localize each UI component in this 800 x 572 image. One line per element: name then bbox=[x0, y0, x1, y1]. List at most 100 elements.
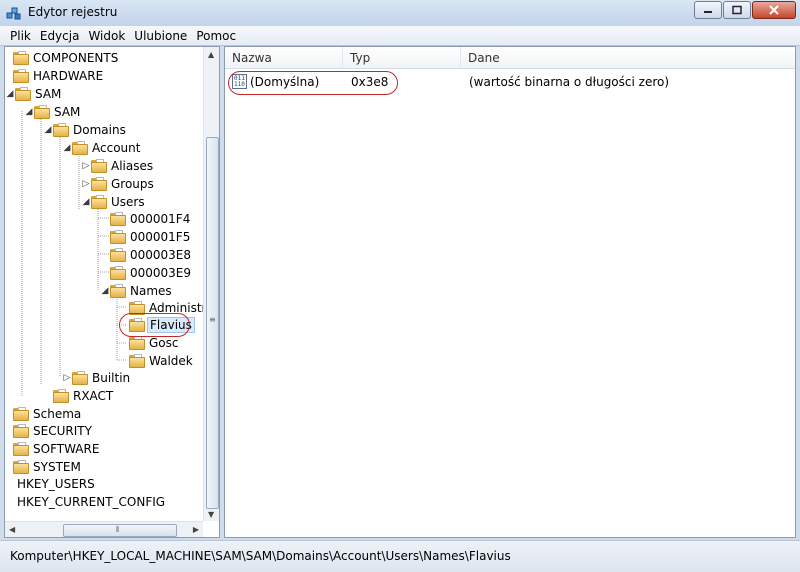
tree-item-builtin[interactable]: ▷ Builtin bbox=[62, 369, 130, 387]
tree-item-users[interactable]: ◢ Users bbox=[81, 193, 145, 211]
folder-icon bbox=[13, 442, 29, 456]
tree-item-label: HARDWARE bbox=[33, 69, 104, 83]
folder-icon bbox=[129, 354, 145, 368]
tree-item-software[interactable]: SOFTWARE bbox=[13, 440, 99, 458]
menu-favorites[interactable]: Ulubione bbox=[130, 26, 192, 46]
expanded-arrow-icon[interactable]: ◢ bbox=[5, 89, 15, 99]
tree-horizontal-scrollbar[interactable]: ◀ ⦀ ▶ bbox=[5, 521, 203, 537]
tree-item-label: Aliases bbox=[111, 159, 154, 173]
tree-item-label: Account bbox=[92, 141, 141, 155]
tree-item-label: SAM bbox=[35, 87, 62, 101]
values-list[interactable]: Nazwa Typ Dane 011 110 (Domyślna) 0x3e8 (… bbox=[224, 46, 796, 538]
tree-item-label: SYSTEM bbox=[33, 460, 81, 474]
tree-item-sam[interactable]: ◢ SAM bbox=[5, 85, 61, 103]
tree-item-components[interactable]: COMPONENTS bbox=[13, 49, 118, 67]
menu-edit[interactable]: Edycja bbox=[36, 26, 85, 46]
tree-item-names[interactable]: ◢ Names bbox=[100, 282, 172, 300]
tree-item-000003e9[interactable]: 000003E9 bbox=[110, 264, 191, 282]
tree-item-label: HKEY_USERS bbox=[17, 477, 95, 491]
collapsed-arrow-icon[interactable]: ▷ bbox=[81, 161, 91, 171]
registry-tree[interactable]: COMPONENTS HARDWARE ◢ SAM ◢ SAM ◢ Domain… bbox=[4, 46, 220, 538]
tree-item-000001f5[interactable]: 000001F5 bbox=[110, 228, 190, 246]
tree-item-000003e8[interactable]: 000003E8 bbox=[110, 246, 191, 264]
menu-bar: Plik Edycja Widok Ulubione Pomoc bbox=[0, 26, 800, 46]
tree-item-label: COMPONENTS bbox=[33, 51, 119, 65]
folder-icon bbox=[13, 460, 29, 474]
tree-item-label: Gosc bbox=[149, 336, 179, 350]
tree-item-label: Names bbox=[130, 284, 172, 298]
folder-icon bbox=[53, 389, 69, 403]
tree-item-security[interactable]: SECURITY bbox=[13, 422, 92, 440]
tree-item-aliases[interactable]: ▷ Aliases bbox=[81, 157, 153, 175]
grip-icon: ≡ bbox=[209, 315, 216, 324]
folder-icon bbox=[91, 177, 107, 191]
tree-item-label: Flavius bbox=[147, 317, 195, 333]
tree-item-hkey-users[interactable]: HKEY_USERS bbox=[13, 475, 95, 493]
folder-icon bbox=[13, 69, 29, 83]
value-type: 0x3e8 bbox=[351, 75, 389, 89]
maximize-icon bbox=[732, 5, 742, 15]
collapsed-arrow-icon[interactable]: ▷ bbox=[81, 179, 91, 189]
expanded-arrow-icon[interactable]: ◢ bbox=[24, 107, 34, 117]
tree-item-flavius[interactable]: Flavius bbox=[129, 316, 195, 334]
title-bar[interactable]: Edytor rejestru bbox=[0, 0, 800, 26]
column-header-type[interactable]: Typ bbox=[343, 47, 461, 69]
collapsed-arrow-icon[interactable]: ▷ bbox=[62, 373, 72, 383]
expanded-arrow-icon[interactable]: ◢ bbox=[81, 197, 91, 207]
status-bar: Komputer\HKEY_LOCAL_MACHINE\SAM\SAM\Doma… bbox=[0, 540, 800, 572]
horizontal-scroll-thumb[interactable] bbox=[63, 524, 177, 537]
tree-vertical-scrollbar[interactable]: ▲ ≡ ▼ bbox=[203, 47, 219, 521]
column-header-data[interactable]: Dane bbox=[461, 47, 795, 69]
tree-item-hkey-current-config[interactable]: HKEY_CURRENT_CONFIG bbox=[13, 493, 165, 511]
scroll-left-arrow-icon[interactable]: ◀ bbox=[9, 525, 15, 534]
expanded-arrow-icon[interactable]: ◢ bbox=[62, 143, 72, 153]
tree-item-domains[interactable]: ◢ Domains bbox=[43, 121, 126, 139]
maximize-button[interactable] bbox=[723, 1, 751, 19]
tree-item-rxact[interactable]: RXACT bbox=[53, 387, 113, 405]
tree-item-gosc[interactable]: Gosc bbox=[129, 334, 179, 352]
tree-item-label: 000001F4 bbox=[130, 212, 191, 226]
tree-item-groups[interactable]: ▷ Groups bbox=[81, 175, 154, 193]
expanded-arrow-icon[interactable]: ◢ bbox=[43, 125, 53, 135]
list-row[interactable]: 011 110 (Domyślna) 0x3e8 (wartość binarna… bbox=[225, 72, 795, 92]
menu-file[interactable]: Plik bbox=[6, 26, 36, 46]
tree-item-label: 000001F5 bbox=[130, 230, 191, 244]
folder-icon bbox=[72, 141, 88, 155]
folder-icon bbox=[13, 424, 29, 438]
value-data: (wartość binarna o długości zero) bbox=[469, 75, 670, 89]
folder-icon bbox=[110, 284, 126, 298]
folder-icon bbox=[13, 407, 29, 421]
menu-view[interactable]: Widok bbox=[84, 26, 130, 46]
scroll-down-arrow-icon[interactable]: ▼ bbox=[208, 510, 214, 519]
expanded-arrow-icon[interactable]: ◢ bbox=[100, 286, 110, 296]
tree-item-label: RXACT bbox=[73, 389, 114, 403]
tree-item-waldek[interactable]: Waldek bbox=[129, 352, 193, 370]
tree-item-hardware[interactable]: HARDWARE bbox=[13, 67, 103, 85]
column-header-name[interactable]: Nazwa bbox=[225, 47, 343, 69]
menu-help[interactable]: Pomoc bbox=[192, 26, 241, 46]
tree-item-schema[interactable]: Schema bbox=[13, 405, 81, 423]
minimize-icon bbox=[704, 11, 712, 13]
scroll-up-arrow-icon[interactable]: ▲ bbox=[208, 50, 214, 59]
tree-item-system[interactable]: SYSTEM bbox=[13, 458, 81, 476]
window-title: Edytor rejestru bbox=[28, 5, 118, 19]
tree-item-administra[interactable]: Administra bbox=[129, 299, 214, 317]
tree-item-label: SOFTWARE bbox=[33, 442, 100, 456]
list-header: Nazwa Typ Dane bbox=[225, 47, 795, 69]
scroll-right-arrow-icon[interactable]: ▶ bbox=[193, 525, 199, 534]
folder-icon bbox=[110, 248, 126, 262]
folder-icon bbox=[110, 230, 126, 244]
minimize-button[interactable] bbox=[694, 1, 722, 19]
tree-item-000001f4[interactable]: 000001F4 bbox=[110, 210, 190, 228]
tree-item-label: Users bbox=[111, 195, 145, 209]
tree-item-label: Waldek bbox=[149, 354, 193, 368]
tree-item-label: Domains bbox=[73, 123, 126, 137]
caption-buttons bbox=[693, 1, 796, 19]
tree-item-label: SAM bbox=[54, 105, 81, 119]
folder-icon bbox=[129, 301, 145, 315]
tree-item-label: Schema bbox=[33, 407, 82, 421]
tree-item-sam-sam[interactable]: ◢ SAM bbox=[24, 103, 80, 121]
folder-icon bbox=[110, 212, 126, 226]
tree-item-account[interactable]: ◢ Account bbox=[62, 139, 140, 157]
close-button[interactable] bbox=[752, 1, 796, 19]
